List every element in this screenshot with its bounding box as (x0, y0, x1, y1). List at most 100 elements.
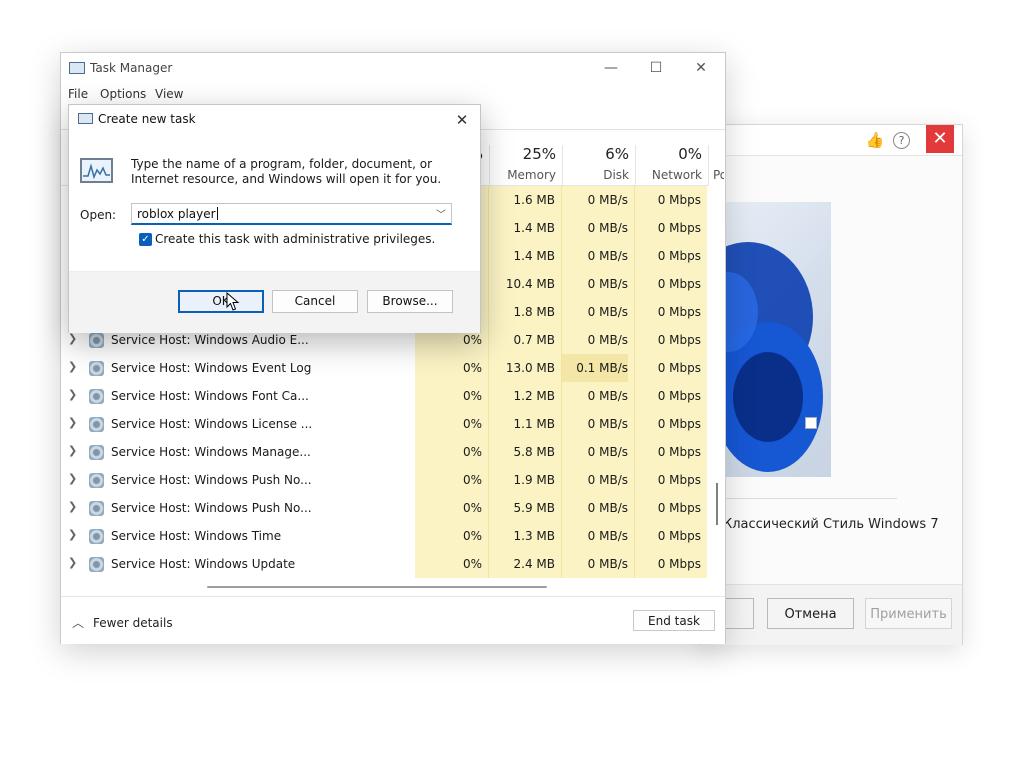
disk-cell: 0 MB/s (587, 193, 628, 207)
chevron-right-icon[interactable]: ❯ (68, 332, 77, 345)
memory-cell: 1.4 MB (513, 221, 555, 235)
memory-cell: 2.4 MB (513, 557, 555, 571)
cpu-cell: 0% (462, 417, 482, 431)
menu-options[interactable]: Options (100, 87, 146, 101)
cpu-cell: 0% (462, 361, 482, 375)
dialog-footer: OK Cancel Browse... (69, 271, 480, 333)
open-label: Open: (80, 208, 117, 222)
help-icon[interactable]: ? (893, 132, 910, 149)
theme-preview-image (723, 202, 831, 477)
network-cell: 0 Mbps (657, 417, 701, 431)
disk-cell: 0 MB/s (587, 277, 628, 291)
task-manager-large-icon (80, 158, 113, 183)
close-button[interactable]: ✕ (679, 55, 723, 81)
dialog-close-button[interactable]: ✕ (450, 108, 474, 132)
divider (723, 498, 897, 499)
memory-percent: 25% (522, 145, 556, 163)
network-label: Network (651, 168, 702, 182)
title-bar: Task Manager — ☐ ✕ (61, 53, 725, 85)
chevron-up-icon: ︿ (72, 616, 85, 630)
process-name: Service Host: Windows Font Ca... (111, 389, 309, 403)
chevron-right-icon[interactable]: ❯ (68, 444, 77, 457)
admin-privileges-label[interactable]: Create this task with administrative pri… (155, 232, 435, 246)
column-header-memory[interactable]: 25% Memory (489, 145, 562, 185)
task-manager-icon (78, 113, 93, 124)
column-header-network[interactable]: 0% Network (635, 145, 708, 185)
disk-cell: 0 MB/s (587, 417, 628, 431)
activity-graph-icon (83, 163, 110, 180)
power-label: Po (713, 168, 724, 182)
table-row[interactable]: ❯ Service Host: Windows Push No... 0% 5.9 M… (61, 494, 709, 522)
apply-button[interactable]: Применить (865, 598, 952, 629)
gear-icon (89, 361, 104, 376)
gear-icon (89, 445, 104, 460)
process-name: Service Host: Windows Manage... (111, 445, 311, 459)
chevron-right-icon[interactable]: ❯ (68, 472, 77, 485)
table-row[interactable]: ❯ Service Host: Windows Update 0% 2.4 MB 0 M… (61, 550, 709, 578)
theme-window-close-button[interactable]: ✕ (926, 125, 954, 153)
gear-icon (89, 501, 104, 516)
process-name: Service Host: Windows Push No... (111, 473, 312, 487)
ok-button[interactable]: OK (178, 290, 264, 313)
menu-view[interactable]: View (155, 87, 183, 101)
chevron-right-icon[interactable]: ❯ (68, 556, 77, 569)
task-manager-footer: ︿ Fewer details End task (61, 596, 725, 644)
process-name: Service Host: Windows Push No... (111, 501, 312, 515)
network-cell: 0 Mbps (657, 221, 701, 235)
network-cell: 0 Mbps (657, 249, 701, 263)
table-row[interactable]: ❯ Service Host: Windows Push No... 0% 1.9 M… (61, 466, 709, 494)
process-name: Service Host: Windows Time (111, 529, 282, 543)
cancel-button[interactable]: Отмена (767, 598, 854, 629)
gear-icon (89, 333, 104, 348)
chevron-right-icon[interactable]: ❯ (68, 416, 77, 429)
gear-icon (89, 389, 104, 404)
column-header-disk[interactable]: 6% Disk (562, 145, 635, 185)
horizontal-scrollbar[interactable] (207, 586, 547, 588)
table-row[interactable]: ❯ Service Host: Windows Manage... 0% 5.8 MB… (61, 438, 709, 466)
chevron-right-icon[interactable]: ❯ (68, 360, 77, 373)
end-task-button[interactable]: End task (633, 610, 715, 631)
chevron-right-icon[interactable]: ❯ (68, 528, 77, 541)
memory-cell: 10.4 MB (505, 277, 555, 291)
disk-cell: 0 MB/s (587, 305, 628, 319)
table-row[interactable]: ❯ Service Host: Windows Time 0% 1.3 MB 0 MB/… (61, 522, 709, 550)
network-cell: 0 Mbps (657, 305, 701, 319)
recycle-bin-icon (805, 417, 817, 429)
fewer-details-label: Fewer details (93, 616, 173, 630)
chevron-down-icon[interactable]: ﹀ (436, 206, 446, 221)
thumbs-up-icon[interactable]: 👍 (864, 129, 886, 151)
process-name: Service Host: Windows License ... (111, 417, 313, 431)
gear-icon (89, 473, 104, 488)
process-name: Service Host: Windows Update (111, 557, 296, 571)
memory-cell: 1.8 MB (513, 305, 555, 319)
disk-cell: 0 MB/s (587, 249, 628, 263)
dialog-title: Create new task (98, 112, 196, 126)
gear-icon (89, 529, 104, 544)
disk-cell: 0 MB/s (587, 529, 628, 543)
open-input[interactable]: roblox player ﹀ (131, 203, 452, 225)
network-cell: 0 Mbps (657, 445, 701, 459)
column-header-power[interactable]: Po (708, 145, 724, 185)
memory-cell: 13.0 MB (505, 361, 555, 375)
table-row[interactable]: ❯ Service Host: Windows Event Log 0% 13.0 M… (61, 354, 709, 382)
vertical-scrollbar[interactable] (716, 483, 718, 525)
table-row[interactable]: ❯ Service Host: Windows Font Ca... 0% 1.2 M… (61, 382, 709, 410)
cancel-button[interactable]: Cancel (272, 290, 358, 313)
table-row[interactable]: ❯ Service Host: Windows License ... 0% 1.1 … (61, 410, 709, 438)
network-cell: 0 Mbps (657, 361, 701, 375)
fewer-details-toggle[interactable]: ︿ Fewer details (72, 614, 173, 631)
dialog-body: Type the name of a program, folder, docu… (69, 135, 480, 271)
theme-window-footer: Отмена Применить (701, 584, 962, 645)
network-cell: 0 Mbps (657, 193, 701, 207)
network-cell: 0 Mbps (657, 277, 701, 291)
network-cell: 0 Mbps (657, 501, 701, 515)
browse-button[interactable]: Browse... (367, 290, 453, 313)
chevron-right-icon[interactable]: ❯ (68, 500, 77, 513)
menu-file[interactable]: File (68, 87, 88, 101)
mouse-cursor-icon (226, 292, 240, 311)
minimize-button[interactable]: — (589, 55, 633, 81)
disk-cell: 0 MB/s (587, 445, 628, 459)
maximize-button[interactable]: ☐ (634, 55, 678, 81)
chevron-right-icon[interactable]: ❯ (68, 388, 77, 401)
admin-privileges-checkbox[interactable]: ✓ (139, 233, 152, 246)
